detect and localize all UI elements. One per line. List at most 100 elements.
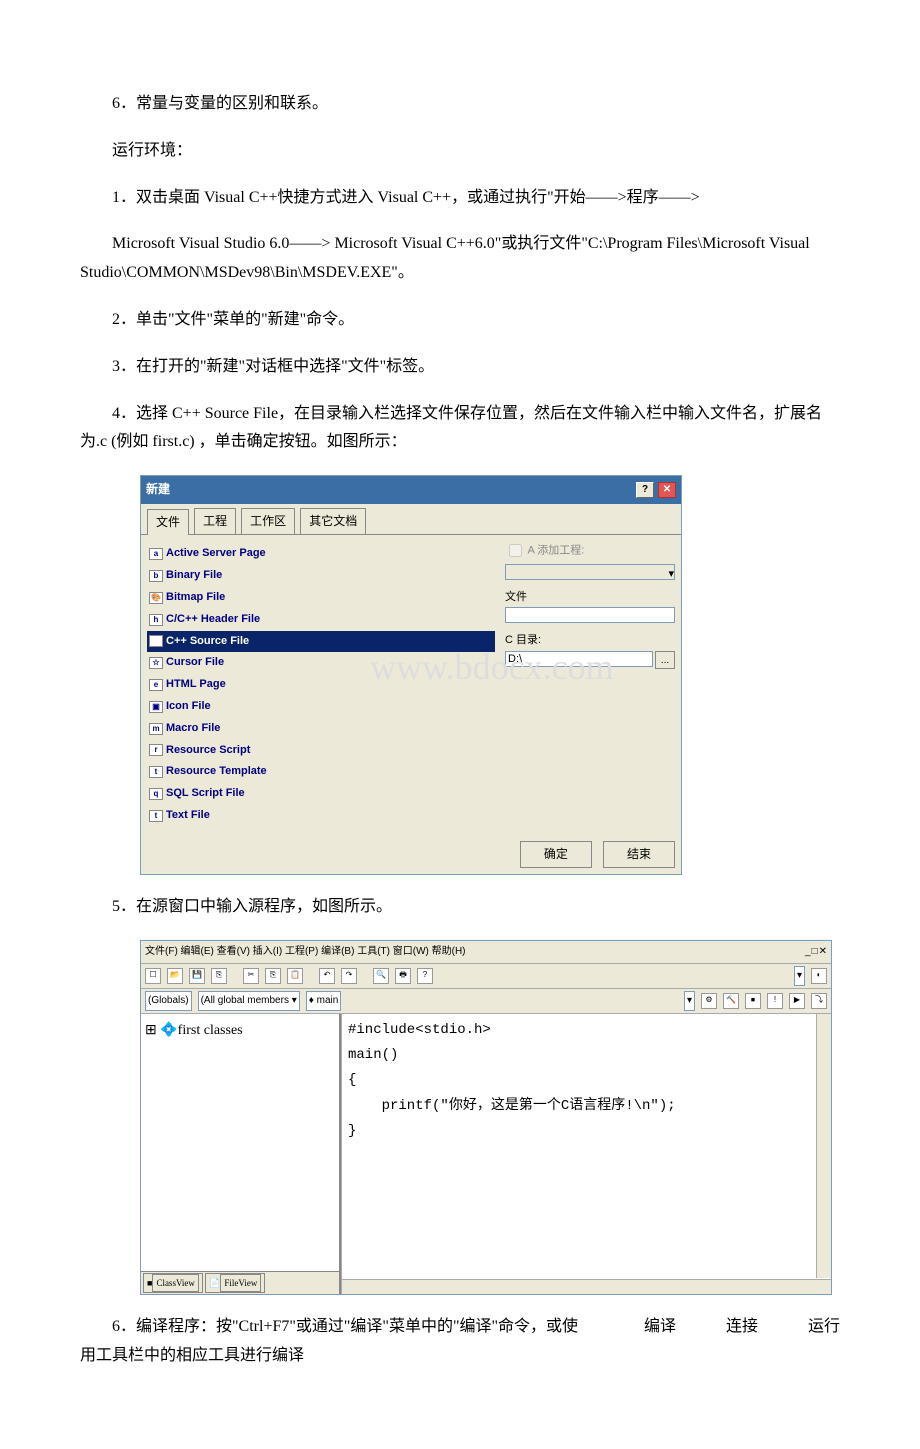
file-icon: t: [149, 810, 163, 822]
build-icon[interactable]: 🔨: [723, 993, 739, 1009]
filename-input[interactable]: [505, 607, 675, 623]
list-label: C++ Source File: [166, 632, 249, 652]
redo-icon[interactable]: ↷: [341, 968, 357, 984]
list-item[interactable]: mMacro File: [147, 718, 495, 740]
add-to-project-checkbox[interactable]: [509, 544, 522, 557]
list-label: Resource Script: [166, 741, 250, 761]
ide-titlebar: 文件(F) 编辑(E) 查看(V) 插入(I) 工程(P) 编译(B) 工具(T…: [141, 941, 831, 964]
list-item[interactable]: 🎨Bitmap File: [147, 587, 495, 609]
dialog-titlebar: 新建 ? ✕: [141, 476, 681, 504]
save-icon[interactable]: 💾: [189, 968, 205, 984]
paragraph-step5: 5．在源窗口中输入源程序，如图所示。: [80, 893, 840, 922]
list-item[interactable]: ▣Icon File: [147, 696, 495, 718]
ok-button[interactable]: 确定: [520, 841, 592, 869]
list-label: Macro File: [166, 719, 220, 739]
help-icon[interactable]: ?: [417, 968, 433, 984]
list-label: Cursor File: [166, 653, 224, 673]
code-editor[interactable]: #include<stdio.h> main() { printf("你好，这是…: [341, 1014, 831, 1294]
file-icon: c: [149, 635, 163, 647]
file-icon: q: [149, 788, 163, 800]
new-file-dialog: 新建 ? ✕ 文件 工程 工作区 其它文档 aActive Server Pag…: [140, 475, 682, 875]
cancel-button[interactable]: 结束: [603, 841, 675, 869]
file-type-list[interactable]: aActive Server Page bBinary File 🎨Bitmap…: [147, 541, 495, 828]
ide-toolbar2: (Globals) (All global members ▾ ♦ main ▾…: [141, 989, 831, 1014]
tab-project[interactable]: 工程: [194, 508, 236, 535]
fileview-tab[interactable]: 📄FileView: [205, 1273, 265, 1293]
list-item[interactable]: tText File: [147, 805, 495, 827]
add-to-project-label: A 添加工程:: [527, 545, 584, 557]
list-label: Resource Template: [166, 762, 267, 782]
browse-button[interactable]: ...: [655, 651, 675, 669]
print-icon[interactable]: 🖶: [395, 968, 411, 984]
add-to-project-row: A 添加工程:: [505, 541, 675, 561]
maximize-icon[interactable]: □: [812, 943, 818, 961]
open-icon[interactable]: 📂: [167, 968, 183, 984]
file-icon: h: [149, 614, 163, 626]
project-dropdown[interactable]: ▾: [505, 564, 675, 580]
directory-input[interactable]: D:\: [505, 651, 653, 667]
file-icon: t: [149, 766, 163, 778]
list-label: Bitmap File: [166, 588, 225, 608]
label-link: 连接: [726, 1313, 758, 1371]
minimize-icon[interactable]: _: [805, 943, 811, 961]
list-item[interactable]: aActive Server Page: [147, 543, 495, 565]
build-dropdown[interactable]: ▾: [684, 991, 695, 1011]
list-item[interactable]: rResource Script: [147, 740, 495, 762]
function-dropdown[interactable]: ♦ main: [306, 991, 342, 1011]
cut-icon[interactable]: ✂: [243, 968, 259, 984]
help-button[interactable]: ?: [636, 482, 654, 498]
tool-icon[interactable]: ◐: [811, 968, 827, 984]
find-icon[interactable]: 🔍: [373, 968, 389, 984]
file-icon: 🎨: [149, 592, 163, 604]
classview-tab[interactable]: ■ClassView: [143, 1273, 203, 1293]
tab-workspace[interactable]: 工作区: [241, 508, 295, 535]
file-icon: ☆: [149, 657, 163, 669]
list-label: Binary File: [166, 566, 222, 586]
ide-window: 文件(F) 编辑(E) 查看(V) 插入(I) 工程(P) 编译(B) 工具(T…: [140, 940, 832, 1295]
dialog-tabs: 文件 工程 工作区 其它文档: [141, 504, 681, 535]
list-item[interactable]: ☆Cursor File: [147, 652, 495, 674]
members-dropdown[interactable]: (All global members ▾: [198, 991, 300, 1011]
run-icon[interactable]: !: [767, 993, 783, 1009]
stop-icon[interactable]: ⏹: [745, 993, 761, 1009]
list-label: HTML Page: [166, 675, 226, 695]
file-icon: ▣: [149, 701, 163, 713]
file-icon: m: [149, 723, 163, 735]
toolbar-dropdown[interactable]: ▾: [794, 966, 805, 986]
tree-root[interactable]: ⊞ 💠first classes: [145, 1018, 335, 1043]
list-item[interactable]: bBinary File: [147, 565, 495, 587]
horizontal-scrollbar[interactable]: [342, 1279, 831, 1294]
compile-icon[interactable]: ⚙: [701, 993, 717, 1009]
list-label: Text File: [166, 806, 210, 826]
vertical-scrollbar[interactable]: [816, 1014, 831, 1278]
paste-icon[interactable]: 📋: [287, 968, 303, 984]
workspace-tree[interactable]: ⊞ 💠first classes ■ClassView 📄FileView: [141, 1014, 341, 1294]
text: Microsoft Visual Studio 6.0——> Microsoft…: [80, 235, 810, 281]
tab-file[interactable]: 文件: [147, 509, 189, 536]
close-icon[interactable]: ✕: [819, 943, 827, 961]
filename-label: 文件: [505, 588, 675, 608]
list-item[interactable]: tResource Template: [147, 761, 495, 783]
copy-icon[interactable]: ⎘: [265, 968, 281, 984]
step-icon[interactable]: ⤵: [811, 993, 827, 1009]
paragraph-step3: 3．在打开的"新建"对话框中选择"文件"标签。: [80, 353, 840, 382]
paragraph-env: 运行环境：: [80, 137, 840, 166]
list-item[interactable]: eHTML Page: [147, 674, 495, 696]
paragraph-step2: 2．单击"文件"菜单的"新建"命令。: [80, 306, 840, 335]
new-icon[interactable]: ☐: [145, 968, 161, 984]
close-button[interactable]: ✕: [658, 482, 676, 498]
go-icon[interactable]: ▶: [789, 993, 805, 1009]
dialog-title-text: 新建: [146, 479, 170, 501]
undo-icon[interactable]: ↶: [319, 968, 335, 984]
list-item[interactable]: qSQL Script File: [147, 783, 495, 805]
text: 1．双击桌面 Visual C++快捷方式进入 Visual C++，或通过执行…: [112, 189, 700, 206]
list-label: SQL Script File: [166, 784, 245, 804]
paragraph-step6: 6．编译程序：按"Ctrl+F7"或通过"编译"菜单中的"编译"命令，或使用工具…: [80, 1313, 840, 1371]
saveall-icon[interactable]: ⎘: [211, 968, 227, 984]
tab-other[interactable]: 其它文档: [300, 508, 366, 535]
list-label: Icon File: [166, 697, 211, 717]
globals-dropdown[interactable]: (Globals): [145, 991, 192, 1011]
paragraph-6: 6．常量与变量的区别和联系。: [80, 90, 840, 119]
list-item-selected[interactable]: cC++ Source File: [147, 631, 495, 653]
list-item[interactable]: hC/C++ Header File: [147, 609, 495, 631]
